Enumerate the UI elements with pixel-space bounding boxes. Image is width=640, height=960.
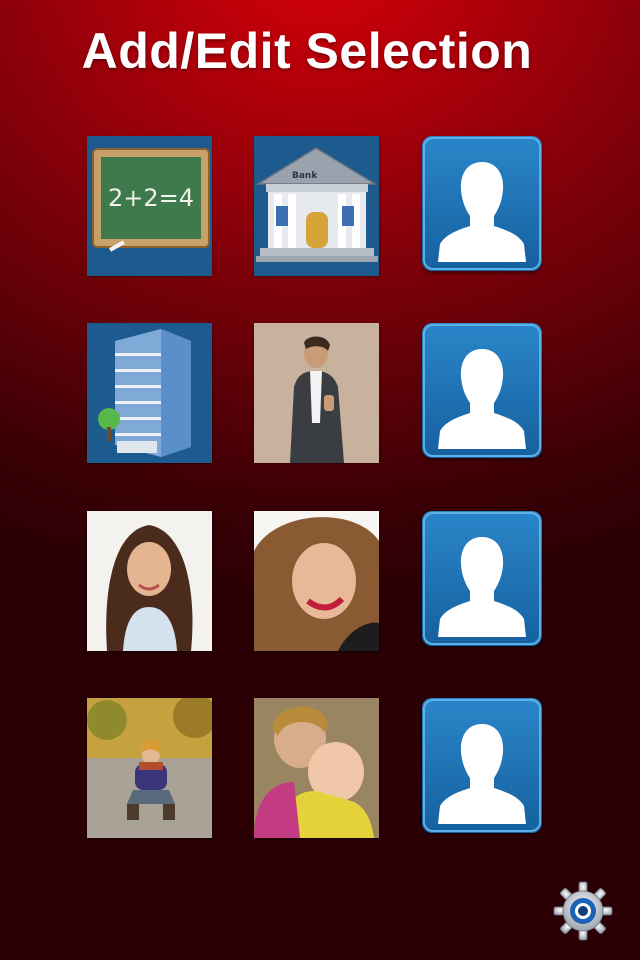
person-silhouette-icon (422, 323, 542, 458)
empty-slot-1[interactable] (422, 136, 542, 271)
empty-slot-2[interactable] (422, 323, 542, 458)
tile-bank[interactable]: Bank (254, 136, 379, 276)
person-silhouette-icon (422, 511, 542, 646)
woman-autumn-road-photo (87, 698, 212, 838)
young-woman-photo (87, 511, 212, 651)
office-building-icon (87, 323, 212, 463)
tile-photo-mother-baby[interactable] (254, 698, 379, 838)
gear-icon (553, 881, 613, 941)
empty-slot-3[interactable] (422, 511, 542, 646)
tile-office[interactable] (87, 323, 212, 463)
person-silhouette-icon (422, 136, 542, 271)
chalkboard-icon: 2+2=4 (87, 136, 212, 276)
tile-photo-young-woman[interactable] (87, 511, 212, 651)
smiling-woman-photo (254, 511, 379, 651)
page-title: Add/Edit Selection (81, 23, 533, 79)
bank-sign: Bank (292, 171, 318, 181)
tile-photo-autumn-woman[interactable] (87, 698, 212, 838)
tile-school[interactable]: 2+2=4 (87, 136, 212, 276)
tile-photo-smiling-woman[interactable] (254, 511, 379, 651)
man-in-suit-photo (254, 323, 379, 463)
person-silhouette-icon (422, 698, 542, 833)
chalk-text: 2+2=4 (108, 184, 194, 212)
mother-and-baby-photo (254, 698, 379, 838)
empty-slot-4[interactable] (422, 698, 542, 833)
bank-building-icon: Bank (254, 136, 379, 276)
tile-photo-man[interactable] (254, 323, 379, 463)
settings-button[interactable] (553, 881, 613, 941)
